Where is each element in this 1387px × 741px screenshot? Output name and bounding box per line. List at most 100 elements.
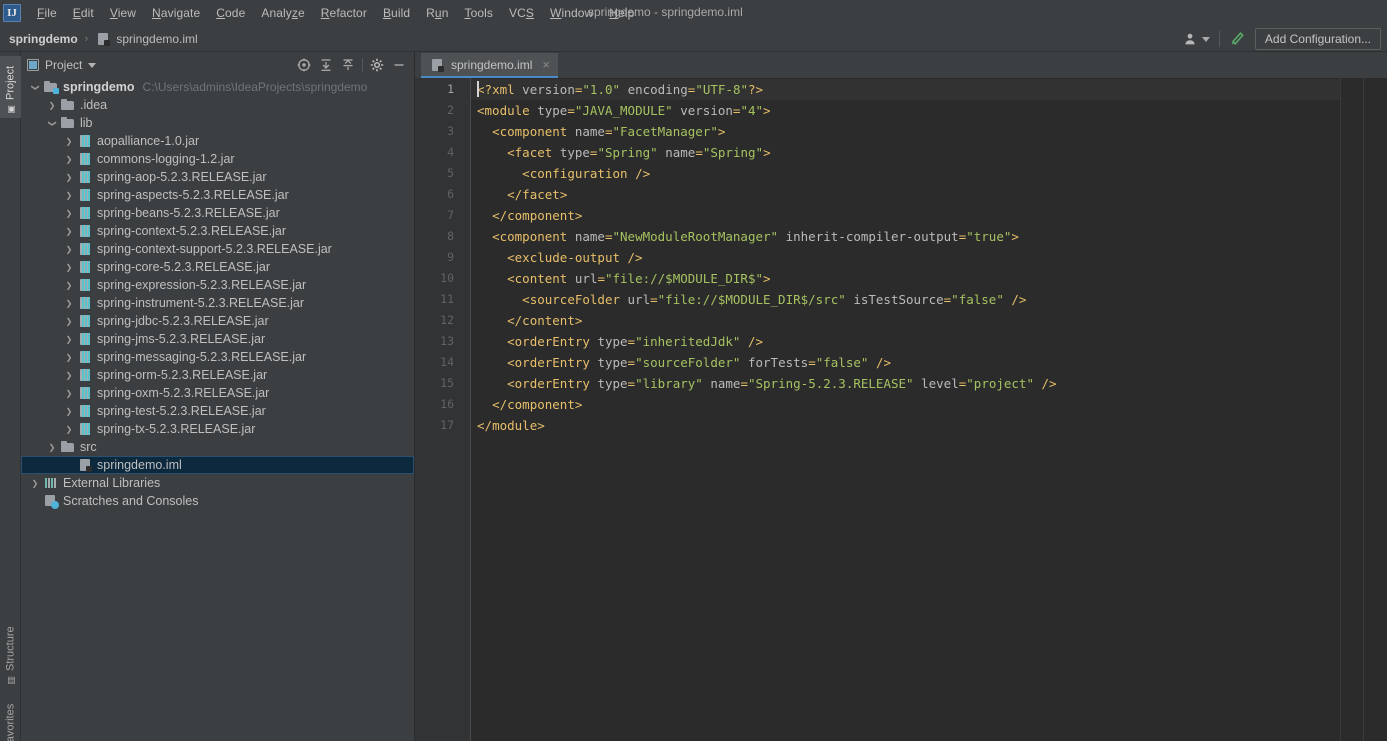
- expand-all-icon[interactable]: [315, 54, 337, 76]
- breadcrumb-item-project[interactable]: springdemo: [6, 31, 81, 47]
- code-line: <orderEntry type="sourceFolder" forTests…: [477, 352, 1340, 373]
- code-token-vl: "inheritedJdk": [635, 334, 741, 349]
- tree-row[interactable]: spring-jdbc-5.2.3.RELEASE.jar: [21, 312, 414, 330]
- chevron-right-icon[interactable]: [61, 223, 77, 239]
- tree-row[interactable]: spring-tx-5.2.3.RELEASE.jar: [21, 420, 414, 438]
- tree-row[interactable]: spring-messaging-5.2.3.RELEASE.jar: [21, 348, 414, 366]
- locate-target-icon[interactable]: [293, 54, 315, 76]
- project-panel-toolbar: [293, 52, 410, 78]
- tree-row[interactable]: spring-expression-5.2.3.RELEASE.jar: [21, 276, 414, 294]
- tree-row[interactable]: src: [21, 438, 414, 456]
- chevron-right-icon[interactable]: [61, 187, 77, 203]
- hide-panel-icon[interactable]: [388, 54, 410, 76]
- menu-item-build[interactable]: Build: [375, 2, 418, 25]
- tree-row[interactable]: spring-aspects-5.2.3.RELEASE.jar: [21, 186, 414, 204]
- menu-item-tools[interactable]: Tools: [456, 2, 501, 25]
- code-token-vl: "Spring": [702, 145, 764, 160]
- chevron-down-icon[interactable]: [44, 115, 60, 131]
- menu-item-view[interactable]: View: [102, 2, 144, 25]
- editor-right-strip[interactable]: [1340, 78, 1387, 741]
- code-token-pn: >: [717, 124, 726, 139]
- chevron-right-icon[interactable]: [61, 277, 77, 293]
- tree-row[interactable]: .idea: [21, 96, 414, 114]
- chevron-right-icon[interactable]: [61, 259, 77, 275]
- navbar-divider: [1218, 31, 1220, 47]
- tree-row[interactable]: Scratches and Consoles: [21, 492, 414, 510]
- tree-row[interactable]: spring-core-5.2.3.RELEASE.jar: [21, 258, 414, 276]
- collapse-all-icon[interactable]: [337, 54, 359, 76]
- editor-tab-springdemo-iml[interactable]: springdemo.iml ×: [421, 53, 558, 78]
- add-configuration-button[interactable]: Add Configuration...: [1254, 28, 1381, 50]
- chevron-right-icon[interactable]: [61, 385, 77, 401]
- menu-item-edit[interactable]: Edit: [65, 2, 102, 25]
- chevron-right-icon[interactable]: [61, 133, 77, 149]
- breadcrumb-item-file[interactable]: springdemo.iml: [92, 30, 200, 48]
- chevron-down-icon[interactable]: [27, 79, 43, 95]
- text-caret: [477, 81, 479, 97]
- tree-row[interactable]: aopalliance-1.0.jar: [21, 132, 414, 150]
- code-token-pn: >: [763, 271, 771, 286]
- tree-row[interactable]: springdemo C:\Users\admins\IdeaProjects\s…: [21, 78, 414, 96]
- chevron-right-icon[interactable]: [61, 421, 77, 437]
- chevron-right-icon[interactable]: [44, 97, 60, 113]
- chevron-right-icon[interactable]: [44, 439, 60, 455]
- tree-row[interactable]: spring-test-5.2.3.RELEASE.jar: [21, 402, 414, 420]
- menu-item-file[interactable]: File: [29, 2, 65, 25]
- chevron-right-icon[interactable]: [61, 169, 77, 185]
- chevron-right-icon[interactable]: [61, 349, 77, 365]
- chevron-right-icon[interactable]: [61, 331, 77, 347]
- code-token-at: name: [574, 229, 605, 244]
- settings-gear-icon[interactable]: [366, 54, 388, 76]
- tree-row[interactable]: spring-context-5.2.3.RELEASE.jar: [21, 222, 414, 240]
- chevron-right-icon[interactable]: [61, 241, 77, 257]
- tree-row[interactable]: spring-context-support-5.2.3.RELEASE.jar: [21, 240, 414, 258]
- sidebar-tab-structure[interactable]: ▤ Structure: [0, 615, 21, 689]
- chevron-right-icon[interactable]: [61, 367, 77, 383]
- sidebar-tab-project[interactable]: ▣ Project: [0, 56, 21, 118]
- sidebar-tab-favorites[interactable]: Favorites: [0, 687, 21, 741]
- project-view-icon: ▣: [5, 104, 16, 114]
- tree-row[interactable]: commons-logging-1.2.jar: [21, 150, 414, 168]
- tree-row[interactable]: spring-jms-5.2.3.RELEASE.jar: [21, 330, 414, 348]
- tree-row[interactable]: External Libraries: [21, 474, 414, 492]
- tree-row[interactable]: spring-beans-5.2.3.RELEASE.jar: [21, 204, 414, 222]
- tree-row[interactable]: springdemo.iml: [21, 456, 414, 474]
- menu-item-navigate[interactable]: Navigate: [144, 2, 208, 25]
- settings-gear-glyph: [370, 58, 384, 72]
- project-panel-title[interactable]: Project: [27, 58, 97, 72]
- tree-row[interactable]: spring-orm-5.2.3.RELEASE.jar: [21, 366, 414, 384]
- tree-row[interactable]: spring-oxm-5.2.3.RELEASE.jar: [21, 384, 414, 402]
- user-account-button[interactable]: [1179, 28, 1215, 50]
- menu-item-refactor[interactable]: Refactor: [313, 2, 375, 25]
- jar-icon: [77, 187, 93, 203]
- menu-item-vcs[interactable]: VCS: [501, 2, 542, 25]
- chevron-right-icon[interactable]: [61, 151, 77, 167]
- code-editor[interactable]: 1 2 3 4 5 6 7 8 9 10 11 12 13 14 15 16 17 <?xml version=…: [415, 78, 1387, 741]
- code-token-vl: "FacetManager": [612, 124, 718, 139]
- sidebar-tab-favorites-label: Favorites: [4, 703, 17, 741]
- code-token-pn: >: [537, 418, 545, 433]
- editor-tab-label: springdemo.iml: [451, 57, 533, 72]
- code-content-wrapper[interactable]: <?xml version="1.0" encoding="UTF-8"?> <m…: [471, 78, 1340, 741]
- tree-row[interactable]: spring-aop-5.2.3.RELEASE.jar: [21, 168, 414, 186]
- tree-row[interactable]: lib: [21, 114, 414, 132]
- expand-all-glyph: [321, 59, 331, 71]
- chevron-right-icon[interactable]: [61, 313, 77, 329]
- tree-row-label: spring-test-5.2.3.RELEASE.jar: [97, 404, 266, 418]
- chevron-right-icon[interactable]: [61, 295, 77, 311]
- code-token-pn: =: [740, 376, 748, 391]
- jar-icon: [77, 403, 93, 419]
- menu-item-code[interactable]: Code: [208, 2, 253, 25]
- build-project-button[interactable]: [1224, 28, 1250, 50]
- menu-item-run[interactable]: Run: [418, 2, 456, 25]
- menu-item-analyze[interactable]: Analyze: [253, 2, 312, 25]
- code-token-vl: "UTF-8": [695, 82, 748, 97]
- folder-icon: [60, 115, 76, 131]
- chevron-right-icon[interactable]: [27, 475, 43, 491]
- chevron-right-icon[interactable]: [61, 403, 77, 419]
- project-tree[interactable]: springdemo C:\Users\admins\IdeaProjects\s…: [21, 78, 414, 741]
- code-line: <module type="JAVA_MODULE" version="4">: [477, 100, 1340, 121]
- close-icon[interactable]: ×: [542, 58, 550, 71]
- tree-row[interactable]: spring-instrument-5.2.3.RELEASE.jar: [21, 294, 414, 312]
- chevron-right-icon[interactable]: [61, 205, 77, 221]
